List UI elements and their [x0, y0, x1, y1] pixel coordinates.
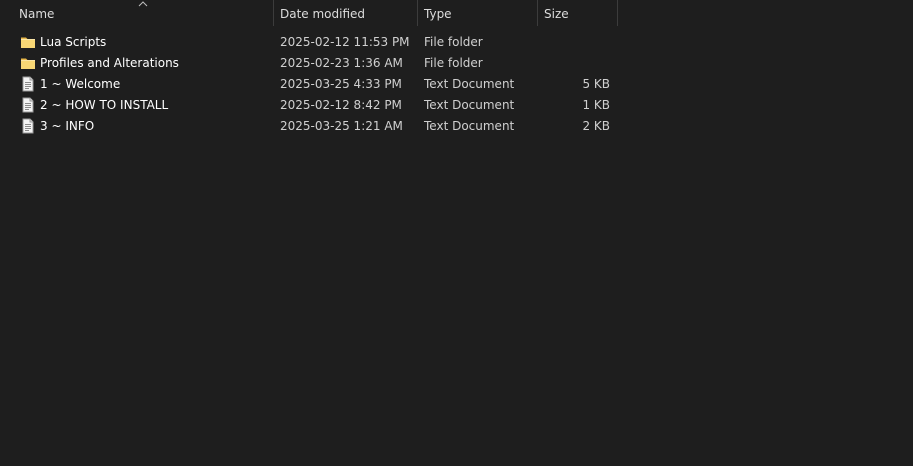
file-size: 5 KB — [582, 77, 610, 91]
file-rows: Lua Scripts 2025-02-12 11:53 PM File fol… — [0, 32, 913, 137]
column-header-type[interactable]: Type — [418, 0, 537, 27]
file-name: 1 ~ Welcome — [40, 77, 121, 91]
file-date-modified: 2025-02-12 11:53 PM — [280, 35, 410, 49]
file-name: 2 ~ HOW TO INSTALL — [40, 98, 169, 112]
file-row[interactable]: Profiles and Alterations 2025-02-23 1:36… — [0, 53, 913, 74]
column-header-name[interactable]: Name — [13, 0, 273, 27]
file-type: Text Document — [424, 77, 515, 91]
file-row[interactable]: 3 ~ INFO 2025-03-25 1:21 AM Text Documen… — [0, 116, 913, 137]
file-date-modified: 2025-02-23 1:36 AM — [280, 56, 403, 70]
file-name: Lua Scripts — [40, 35, 107, 49]
column-divider[interactable] — [617, 0, 618, 26]
file-name: Profiles and Alterations — [40, 56, 179, 70]
file-type: Text Document — [424, 119, 515, 133]
column-header-bar: Name Date modified Type Size — [0, 0, 913, 28]
file-date-modified: 2025-03-25 4:33 PM — [280, 77, 402, 91]
file-size — [540, 32, 610, 53]
file-size: 2 KB — [582, 119, 610, 133]
folder-icon — [20, 55, 36, 71]
file-type: Text Document — [424, 98, 515, 112]
file-row[interactable]: 1 ~ Welcome 2025-03-25 4:33 PM Text Docu… — [0, 74, 913, 95]
file-type: File folder — [424, 35, 483, 49]
file-row[interactable]: Lua Scripts 2025-02-12 11:53 PM File fol… — [0, 32, 913, 53]
file-row[interactable]: 2 ~ HOW TO INSTALL 2025-02-12 8:42 PM Te… — [0, 95, 913, 116]
folder-icon — [20, 34, 36, 50]
file-type: File folder — [424, 56, 483, 70]
file-size: 1 KB — [582, 98, 610, 112]
file-date-modified: 2025-02-12 8:42 PM — [280, 98, 402, 112]
text-document-icon — [20, 76, 36, 92]
file-date-modified: 2025-03-25 1:21 AM — [280, 119, 403, 133]
column-header-size[interactable]: Size — [538, 0, 617, 27]
file-list-view: Name Date modified Type Size Lua Scripts… — [0, 0, 913, 466]
text-document-icon — [20, 118, 36, 134]
column-header-date-modified[interactable]: Date modified — [274, 0, 417, 27]
file-name: 3 ~ INFO — [40, 119, 95, 133]
file-size — [540, 53, 610, 74]
text-document-icon — [20, 97, 36, 113]
